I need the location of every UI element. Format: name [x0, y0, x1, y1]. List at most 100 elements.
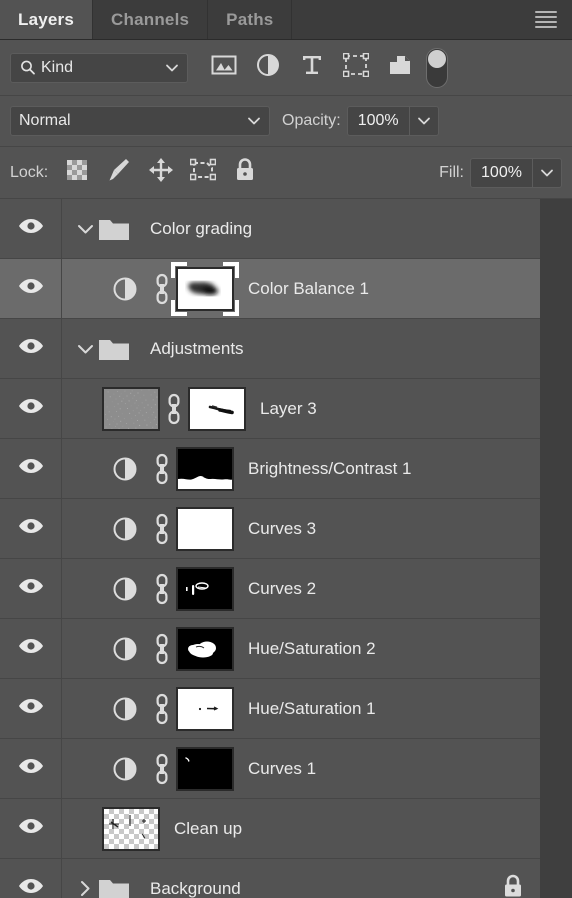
layer-thumbnail[interactable]: [102, 386, 160, 431]
layer-row[interactable]: Layer 3: [0, 379, 540, 439]
opacity-field[interactable]: 100%: [346, 106, 439, 136]
adjustment-layer-icon[interactable]: [102, 276, 148, 302]
layer-visibility-toggle[interactable]: [0, 379, 62, 438]
adjustment-layer-icon[interactable]: [102, 516, 148, 542]
image-icon: [211, 54, 237, 81]
layer-row-content: Curves 1: [62, 739, 540, 798]
blend-mode-value: Normal: [19, 112, 71, 129]
layer-name-label[interactable]: Adjustments: [150, 339, 244, 359]
layer-mask-thumbnail[interactable]: [188, 386, 246, 431]
layer-name-label[interactable]: Brightness/Contrast 1: [248, 459, 411, 479]
lock-row: Lock: Fill: 100%: [0, 147, 572, 199]
layer-mask-thumbnail[interactable]: [176, 446, 234, 491]
layer-mask-thumbnail[interactable]: [176, 686, 234, 731]
layer-mask-thumbnail[interactable]: [176, 746, 234, 791]
eye-icon: [18, 518, 44, 539]
layer-visibility-toggle[interactable]: [0, 499, 62, 558]
lock-all-button[interactable]: [224, 153, 266, 193]
panel-menu-button[interactable]: [526, 0, 566, 39]
layer-visibility-toggle[interactable]: [0, 199, 62, 258]
fill-chevron-down-icon[interactable]: [533, 159, 561, 187]
folder-icon: [98, 336, 136, 362]
mask-link-icon[interactable]: [148, 693, 176, 725]
layer-name-label[interactable]: Hue/Saturation 1: [248, 699, 376, 719]
filter-kind-label: Kind: [41, 58, 74, 76]
opacity-label: Opacity:: [282, 112, 341, 129]
layer-name-label[interactable]: Color Balance 1: [248, 279, 369, 299]
layer-visibility-toggle[interactable]: [0, 799, 62, 858]
layer-row[interactable]: Curves 3: [0, 499, 540, 559]
layer-row[interactable]: Hue/Saturation 2: [0, 619, 540, 679]
layer-name-label[interactable]: Color grading: [150, 219, 252, 239]
layer-thumbnail[interactable]: [102, 806, 160, 851]
layer-row[interactable]: Background: [0, 859, 540, 898]
fill-value[interactable]: 100%: [471, 158, 533, 187]
tab-channels-label: Channels: [111, 9, 190, 29]
adjustment-layer-icon[interactable]: [102, 696, 148, 722]
layer-list[interactable]: Color grading Color Balance 1 Adjustment…: [0, 199, 572, 898]
opacity-chevron-down-icon[interactable]: [410, 107, 438, 135]
chevron-down-icon[interactable]: [72, 343, 98, 355]
mask-link-icon[interactable]: [148, 453, 176, 485]
layer-row[interactable]: Brightness/Contrast 1: [0, 439, 540, 499]
adjustment-layer-icon[interactable]: [102, 756, 148, 782]
mask-link-icon[interactable]: [148, 513, 176, 545]
tab-layers[interactable]: Layers: [0, 0, 94, 39]
fill-field[interactable]: 100%: [470, 157, 562, 188]
lock-image-pixels-button[interactable]: [98, 153, 140, 193]
opacity-value[interactable]: 100%: [348, 107, 410, 135]
chevron-right-icon[interactable]: [72, 880, 98, 897]
layer-visibility-toggle[interactable]: [0, 259, 62, 318]
layer-visibility-toggle[interactable]: [0, 439, 62, 498]
layer-name-label[interactable]: Layer 3: [260, 399, 317, 419]
layer-name-label[interactable]: Background: [150, 879, 241, 898]
tab-paths[interactable]: Paths: [208, 0, 293, 39]
layer-visibility-toggle[interactable]: [0, 619, 62, 678]
mask-link-icon[interactable]: [148, 573, 176, 605]
layer-row[interactable]: Clean up: [0, 799, 540, 859]
layer-name-label[interactable]: Curves 3: [248, 519, 316, 539]
lock-transparent-pixels-button[interactable]: [56, 153, 98, 193]
layer-row[interactable]: Color grading: [0, 199, 540, 259]
artboard-icon: [189, 158, 217, 187]
layer-row[interactable]: Adjustments: [0, 319, 540, 379]
filter-pixel-layers[interactable]: [202, 48, 246, 88]
adjustment-layer-icon[interactable]: [102, 456, 148, 482]
filter-enable-toggle[interactable]: [426, 47, 448, 88]
filter-kind-dropdown[interactable]: Kind: [10, 52, 188, 83]
layer-name-label[interactable]: Curves 1: [248, 759, 316, 779]
mask-link-icon[interactable]: [148, 633, 176, 665]
layer-visibility-toggle[interactable]: [0, 859, 62, 898]
mask-link-icon[interactable]: [148, 273, 176, 305]
adjustment-layer-icon[interactable]: [102, 576, 148, 602]
layer-mask-thumbnail[interactable]: [176, 506, 234, 551]
layer-visibility-toggle[interactable]: [0, 559, 62, 618]
lock-artboard-nesting-button[interactable]: [182, 153, 224, 193]
layer-mask-thumbnail[interactable]: [176, 566, 234, 611]
layer-mask-thumbnail[interactable]: [171, 261, 239, 316]
chevron-down-icon[interactable]: [72, 223, 98, 235]
layer-row[interactable]: Hue/Saturation 1: [0, 679, 540, 739]
mask-link-icon[interactable]: [160, 393, 188, 425]
adjustment-layer-icon[interactable]: [102, 636, 148, 662]
layer-row[interactable]: Curves 2: [0, 559, 540, 619]
layer-visibility-toggle[interactable]: [0, 679, 62, 738]
layer-visibility-toggle[interactable]: [0, 319, 62, 378]
blend-mode-dropdown[interactable]: Normal: [10, 106, 270, 136]
filter-type-buttons: [202, 47, 448, 88]
layer-name-label[interactable]: Curves 2: [248, 579, 316, 599]
filter-adjustment-layers[interactable]: [246, 48, 290, 88]
layer-row[interactable]: Curves 1: [0, 739, 540, 799]
mask-link-icon[interactable]: [148, 753, 176, 785]
layer-name-label[interactable]: Hue/Saturation 2: [248, 639, 376, 659]
tab-channels[interactable]: Channels: [93, 0, 209, 39]
layer-row[interactable]: Color Balance 1: [0, 259, 540, 319]
layer-row-content: Adjustments: [62, 319, 540, 378]
layer-visibility-toggle[interactable]: [0, 739, 62, 798]
layer-name-label[interactable]: Clean up: [174, 819, 242, 839]
filter-type-layers[interactable]: [290, 48, 334, 88]
filter-smart-objects[interactable]: [378, 48, 422, 88]
filter-shape-layers[interactable]: [334, 48, 378, 88]
layer-mask-thumbnail[interactable]: [176, 626, 234, 671]
lock-position-button[interactable]: [140, 153, 182, 193]
